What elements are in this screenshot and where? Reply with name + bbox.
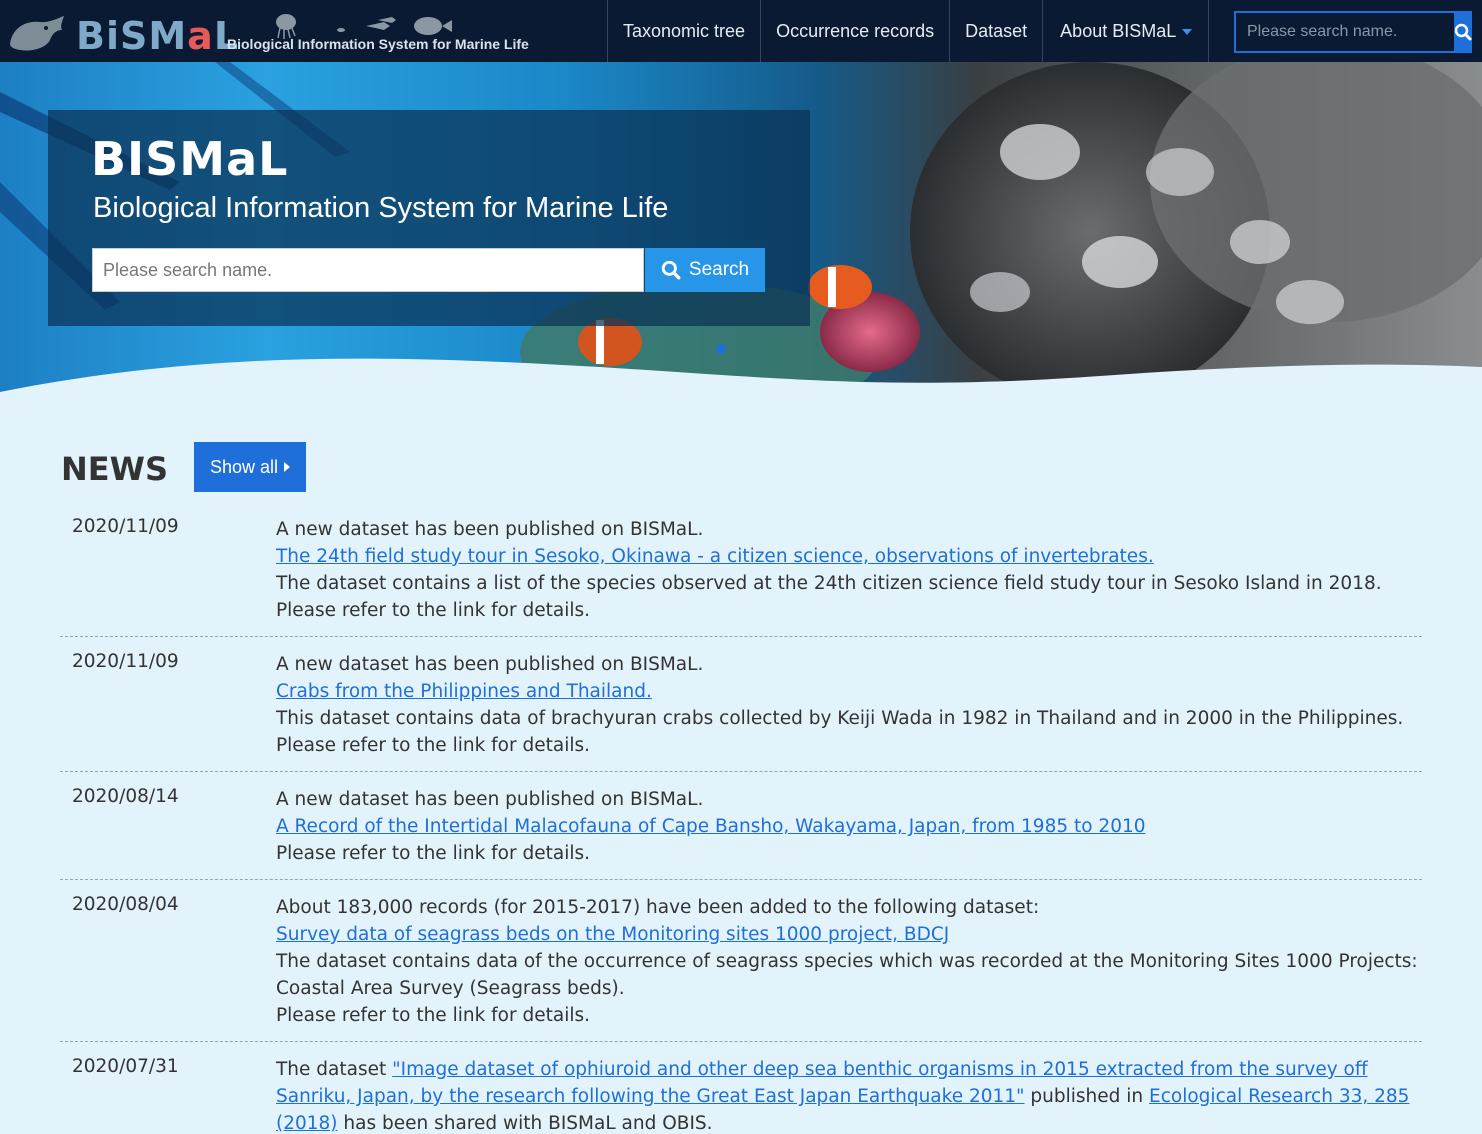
news-date: 2020/11/09 [72, 651, 179, 672]
top-navbar: BiSMaL Biological Information System for… [0, 0, 1482, 62]
news-item: 2020/08/14 A new dataset has been publis… [60, 772, 1422, 880]
site-logo[interactable]: BiSMaL Biological Information System for… [6, 6, 566, 58]
news-text-suffix: has been shared with BISMaL and OBIS. [337, 1113, 713, 1134]
hero-search-button-label: Search [688, 259, 750, 280]
news-item: 2020/08/04 About 183,000 records (for 20… [60, 880, 1422, 1042]
hero-search-panel: BISMaL Biological Information System for… [48, 110, 810, 326]
show-all-label: Show all [209, 456, 279, 477]
hero-title: BISMaL [91, 132, 289, 186]
hero-search-input[interactable] [92, 248, 644, 292]
news-text: Please refer to the link for details. [276, 735, 591, 756]
logo-wordmark: BiSMaL [76, 14, 240, 58]
news-body: The dataset "Image dataset of ophiuroid … [276, 1056, 1422, 1134]
main-nav: Taxonomic tree Occurrence records Datase… [607, 0, 1210, 62]
news-item: 2020/11/09 A new dataset has been publis… [60, 637, 1422, 772]
news-list: 2020/11/09 A new dataset has been publis… [60, 516, 1422, 1134]
search-icon [1454, 23, 1472, 41]
news-body: About 183,000 records (for 2015-2017) ha… [276, 894, 1422, 1029]
nav-search-box [1234, 11, 1472, 53]
news-item: 2020/07/31 The dataset "Image dataset of… [60, 1042, 1422, 1134]
show-all-news-button[interactable]: Show all [194, 442, 306, 492]
carousel-indicator-dot[interactable] [716, 344, 726, 354]
logo-tagline: Biological Information System for Marine… [227, 36, 529, 52]
news-date: 2020/11/09 [72, 516, 179, 537]
news-dataset-link[interactable]: Crabs from the Philippines and Thailand. [276, 681, 652, 702]
news-text: This dataset contains data of brachyuran… [276, 708, 1404, 729]
news-text: The dataset contains a list of the speci… [276, 573, 1382, 594]
nav-about-dropdown[interactable]: About BISMaL [1042, 0, 1210, 62]
news-text: A new dataset has been published on BISM… [276, 519, 704, 540]
news-body: A new dataset has been published on BISM… [276, 516, 1422, 624]
news-text-prefix: The dataset [276, 1059, 393, 1080]
caret-down-icon [1182, 29, 1193, 35]
news-dataset-link[interactable]: Survey data of seagrass beds on the Moni… [276, 924, 949, 945]
news-text: A new dataset has been published on BISM… [276, 789, 704, 810]
caret-right-icon [284, 462, 291, 472]
nav-about-label: About BISMaL [1060, 20, 1177, 41]
news-date: 2020/08/14 [72, 786, 179, 807]
news-text: The dataset contains data of the occurre… [276, 951, 1418, 999]
nav-search-button[interactable] [1454, 13, 1472, 51]
news-dataset-link[interactable]: A Record of the Intertidal Malacofauna o… [276, 816, 1146, 837]
nav-dataset[interactable]: Dataset [949, 0, 1042, 62]
news-text-middle: published in [1024, 1086, 1150, 1107]
news-text: Please refer to the link for details. [276, 843, 591, 864]
nav-occurrence-records[interactable]: Occurrence records [760, 0, 949, 62]
hero-banner: BISMaL Biological Information System for… [0, 62, 1482, 402]
news-dataset-link[interactable]: The 24th field study tour in Sesoko, Oki… [276, 546, 1154, 567]
news-text: Please refer to the link for details. [276, 1005, 591, 1026]
logo-creature-icon [10, 16, 64, 51]
news-body: A new dataset has been published on BISM… [276, 786, 1422, 867]
news-item: 2020/11/09 A new dataset has been publis… [60, 516, 1422, 637]
nav-taxonomic-tree[interactable]: Taxonomic tree [607, 0, 760, 62]
news-date: 2020/07/31 [72, 1056, 179, 1077]
news-text: Please refer to the link for details. [276, 600, 591, 621]
nav-search-input[interactable] [1236, 13, 1454, 51]
search-icon [661, 260, 681, 280]
news-date: 2020/08/04 [72, 894, 179, 915]
hero-search-button[interactable]: Search [645, 248, 765, 292]
news-text: A new dataset has been published on BISM… [276, 654, 704, 675]
news-body: A new dataset has been published on BISM… [276, 651, 1422, 759]
news-text: About 183,000 records (for 2015-2017) ha… [276, 897, 1040, 918]
news-title: NEWS [61, 450, 168, 488]
hero-subtitle: Biological Information System for Marine… [93, 192, 669, 224]
news-text: The dataset "Image dataset of ophiuroid … [276, 1056, 1422, 1134]
news-header: NEWS Show all [61, 442, 461, 492]
